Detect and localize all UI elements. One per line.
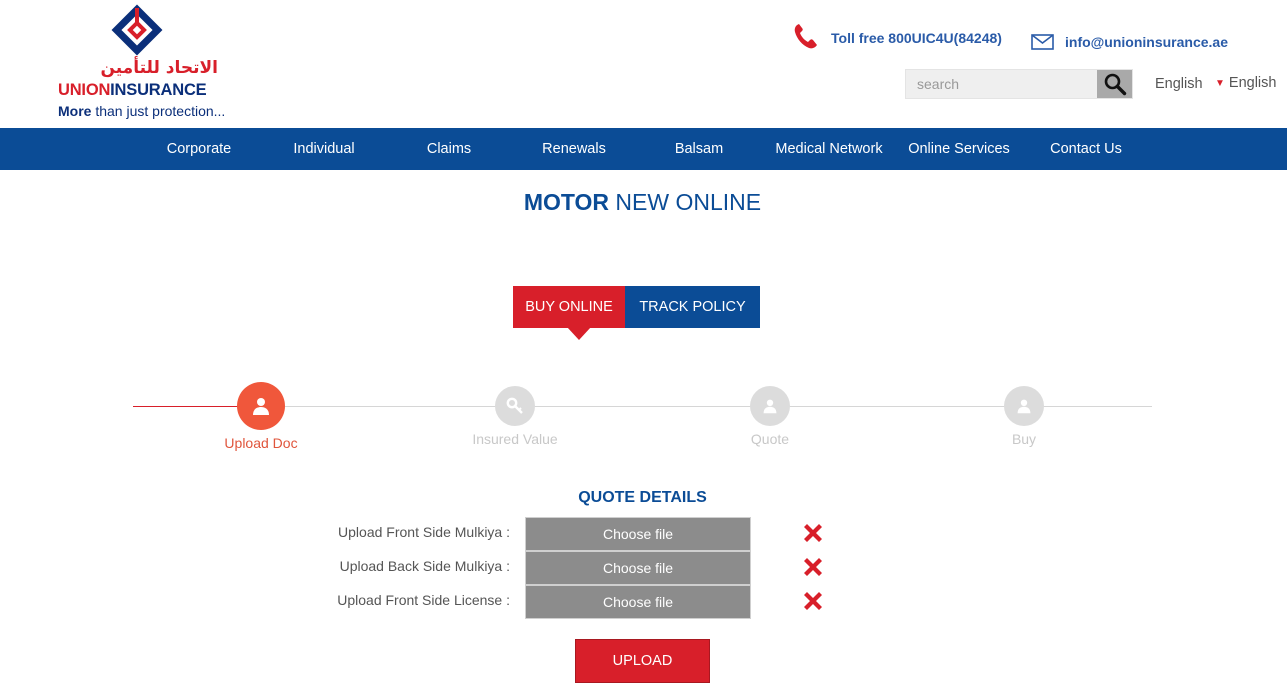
logo-name-insurance: INSURANCE [110, 81, 207, 99]
front-mulkiya-file-input[interactable]: Choose file [525, 517, 751, 551]
step-buy-label: Buy [1011, 431, 1037, 447]
step-insured-value-label: Insured Value [472, 431, 558, 447]
user-icon [253, 398, 269, 415]
remove-back-mulkiya-icon[interactable] [801, 555, 825, 579]
nav-item-balsam[interactable]: Balsam [649, 128, 749, 170]
logo-diamond-icon [111, 4, 163, 56]
step-quote-circle [750, 386, 790, 426]
step-insured-value-circle [495, 386, 535, 426]
page-title-rest: NEW ONLINE [609, 189, 762, 215]
step-upload-doc-circle [237, 382, 285, 430]
upload-front-license-label: Upload Front Side License : [337, 592, 510, 608]
nav-item-renewals[interactable]: Renewals [524, 128, 624, 170]
main-navigation: Corporate Individual Claims Renewals Bal… [0, 128, 1287, 170]
back-mulkiya-file-input[interactable]: Choose file [525, 551, 751, 585]
logo-tagline: More than just protection... [58, 103, 225, 119]
phone-icon [794, 24, 817, 49]
user-icon [763, 399, 777, 414]
upload-button[interactable]: UPLOAD [575, 639, 710, 683]
logo-name: UNIONINSURANCE [58, 81, 207, 100]
nav-item-online-services[interactable]: Online Services [894, 128, 1024, 170]
upload-back-mulkiya-label: Upload Back Side Mulkiya : [339, 558, 510, 574]
logo-tagline-bold: More [58, 103, 92, 119]
nav-item-medical-network[interactable]: Medical Network [764, 128, 894, 170]
dropdown-triangle-icon: ▼ [1215, 77, 1225, 89]
step-buy[interactable]: Buy [944, 386, 1104, 447]
user-icon [1017, 399, 1031, 414]
active-tab-indicator [567, 327, 591, 340]
step-upload-doc-label: Upload Doc [224, 435, 298, 451]
key-icon [506, 397, 523, 414]
step-buy-circle [1004, 386, 1044, 426]
search-input[interactable] [906, 70, 1099, 98]
step-quote[interactable]: Quote [690, 386, 850, 447]
step-upload-doc[interactable]: Upload Doc [181, 382, 341, 451]
nav-item-corporate[interactable]: Corporate [149, 128, 249, 170]
nav-item-contact-us[interactable]: Contact Us [1036, 128, 1136, 170]
quote-details-title: QUOTE DETAILS [578, 489, 707, 506]
remove-front-license-icon[interactable] [801, 589, 825, 613]
logo-name-union: UNION [58, 81, 111, 99]
language-selector-label: English [1228, 75, 1277, 91]
step-insured-value[interactable]: Insured Value [435, 386, 595, 447]
tab-track-policy[interactable]: TRACK POLICY [625, 286, 760, 328]
union-insurance-logo[interactable]: الاتحاد للتأمين UNIONINSURANCE More than… [56, 2, 226, 120]
email-contact[interactable]: info@unioninsurance.ae [1031, 34, 1228, 50]
toll-free-contact[interactable]: Toll free 800UIC4U(84248) [793, 22, 1002, 50]
toll-free-number: Toll free 800UIC4U(84248) [831, 30, 1002, 46]
logo-tagline-rest: than just protection... [91, 103, 226, 119]
tab-buy-online[interactable]: BUY ONLINE [513, 286, 625, 328]
page-title: MOTOR NEW ONLINE [0, 189, 1285, 216]
language-selector[interactable]: ▼ English [1215, 75, 1276, 91]
search-button[interactable] [1097, 70, 1132, 98]
search-icon [1104, 73, 1126, 96]
nav-item-claims[interactable]: Claims [399, 128, 499, 170]
step-quote-label: Quote [750, 431, 790, 447]
nav-item-individual[interactable]: Individual [274, 128, 374, 170]
mail-icon [1031, 34, 1054, 50]
email-address: info@unioninsurance.ae [1065, 34, 1229, 50]
front-license-file-input[interactable]: Choose file [525, 585, 751, 619]
page-title-bold: MOTOR [523, 189, 610, 215]
logo-arabic-text: الاتحاد للتأمين [100, 58, 218, 78]
search-box [905, 69, 1133, 99]
upload-front-mulkiya-label: Upload Front Side Mulkiya : [338, 524, 510, 540]
remove-front-mulkiya-icon[interactable] [801, 521, 825, 545]
current-language[interactable]: English [1155, 76, 1203, 92]
